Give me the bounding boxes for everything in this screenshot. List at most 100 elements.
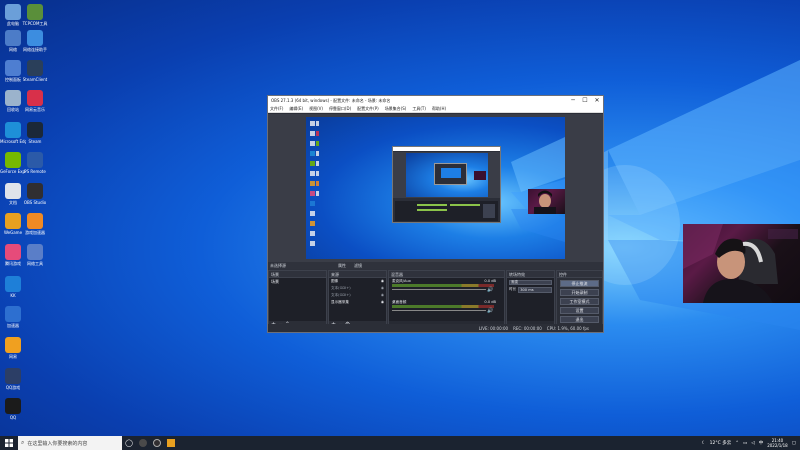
- volume-speaker-icon[interactable]: 🔊: [487, 287, 493, 293]
- taskbar-app-icon[interactable]: [136, 436, 150, 450]
- music-icon: [27, 90, 43, 106]
- desktop-icon-label: 加速器: [7, 323, 19, 328]
- eye-icon[interactable]: ◉: [381, 279, 384, 284]
- tray-expand-icon[interactable]: ⌃: [735, 441, 739, 446]
- obs-window[interactable]: OBS 27.1.3 (64 bit, windows) - 配置文件: 未命名…: [267, 95, 604, 333]
- steam-app-icon: [27, 60, 43, 76]
- menu-help[interactable]: 帮助(H): [432, 106, 446, 112]
- studio-mode-button[interactable]: 工作室模式: [560, 298, 599, 305]
- system-tray: ☾ 12°C 多云 ⌃ ▭ ◁ 中 21:40 2022/1/18 ▢: [702, 438, 800, 448]
- obs-preview[interactable]: [268, 114, 603, 262]
- transition-select[interactable]: 渐变: [509, 280, 552, 285]
- network-icon: [5, 30, 21, 46]
- clock[interactable]: 21:40 2022/1/18: [767, 438, 788, 448]
- menu-file[interactable]: 文件(F): [270, 106, 283, 112]
- desktop-icon[interactable]: Steam: [22, 122, 48, 144]
- desktop-icon[interactable]: OBS Studio: [22, 183, 48, 205]
- source-item[interactable]: 图像 ◉: [329, 278, 386, 285]
- duration-label: 时长: [509, 287, 517, 291]
- transitions-dock-title: 转场特效: [507, 271, 554, 278]
- notification-icon[interactable]: ▢: [792, 441, 796, 446]
- eye-icon[interactable]: ◉: [381, 286, 384, 291]
- desktop-icon-label: Steam: [28, 139, 42, 144]
- obs-icon: [27, 183, 43, 199]
- obs-titlebar[interactable]: OBS 27.1.3 (64 bit, windows) - 配置文件: 未命名…: [268, 96, 603, 106]
- mixer-dock-title: 混音器: [389, 271, 504, 278]
- edge-icon: [5, 122, 21, 138]
- properties-button[interactable]: 属性: [338, 262, 346, 269]
- desktop-icon[interactable]: 网络工具: [22, 244, 48, 266]
- menu-docks[interactable]: 停靠窗口(D): [329, 106, 351, 112]
- wrench-icon: [27, 4, 43, 20]
- start-recording-button[interactable]: 开始录制: [560, 289, 599, 296]
- desktop-icon[interactable]: 游戏加速器: [22, 213, 48, 235]
- volume-icon[interactable]: ◁: [751, 441, 754, 446]
- desktop-icon[interactable]: QQ: [0, 398, 26, 420]
- windows-icon: [5, 439, 13, 447]
- eye-icon[interactable]: ◉: [381, 300, 384, 305]
- sources-dock: 来源 图像◉ 文本(GDI+)◉ 文本(GDI+)◉ 显示器采集◉ + − ⚙: [328, 270, 387, 330]
- desktop-icons: 此电脑 TCPCOM工具 网络 网络连接助手 控制面板 SteamClient 回收站 网易云…: [0, 0, 60, 436]
- desktop-icon[interactable]: 网易: [0, 337, 26, 359]
- ime-indicator[interactable]: 中: [759, 440, 764, 446]
- desktop-icon-label: 网络工具: [27, 261, 43, 266]
- menu-profile[interactable]: 配置文件(P): [357, 106, 379, 112]
- desktop-icon[interactable]: 加速器: [0, 306, 26, 328]
- qq-game-icon: [5, 368, 21, 384]
- taskbar: ⌕ 在这里输入你要搜索的内容 ◯ ☾ 12°C 多云 ⌃ ▭ ◁ 中 21:40…: [0, 436, 800, 450]
- game-icon: [5, 213, 21, 229]
- menu-view[interactable]: 视图(V): [309, 106, 323, 112]
- weather-icon[interactable]: ☾: [702, 441, 706, 446]
- network-icon[interactable]: ▭: [743, 441, 747, 446]
- scenes-dock-title: 场景: [269, 271, 326, 278]
- stop-streaming-button[interactable]: 停止推流: [560, 280, 599, 287]
- filters-button[interactable]: 滤镜: [354, 262, 362, 269]
- rec-status: REC: 00:00:00: [513, 325, 542, 331]
- scenes-dock: 场景 场景 + − ⌃ ⌄: [268, 270, 327, 330]
- desktop-icon[interactable]: TCPCOM工具: [22, 4, 48, 26]
- duration-input[interactable]: 300 ms: [518, 287, 552, 293]
- desktop-icon-label: 网易: [9, 354, 17, 359]
- steam-icon: [27, 122, 43, 138]
- webcam-overlay: [683, 224, 800, 303]
- volume-slider[interactable]: [392, 289, 486, 290]
- desktop-icon[interactable]: PS Remote: [22, 152, 48, 174]
- obs-taskbar-icon[interactable]: [150, 436, 164, 450]
- taskbar-search[interactable]: ⌕ 在这里输入你要搜索的内容: [18, 436, 122, 450]
- menu-scene-collection[interactable]: 场景集合(S): [385, 106, 407, 112]
- volume-slider[interactable]: [392, 310, 486, 311]
- desktop-icon[interactable]: 网易云音乐: [22, 90, 48, 112]
- source-item[interactable]: 文本(GDI+) ◉: [329, 292, 386, 299]
- weather-text[interactable]: 12°C 多云: [710, 440, 732, 446]
- desktop-icon[interactable]: KK: [0, 276, 26, 298]
- desktop-icon-label: OBS Studio: [23, 200, 47, 205]
- obs-menubar: 文件(F) 编辑(E) 视图(V) 停靠窗口(D) 配置文件(P) 场景集合(S…: [268, 106, 603, 113]
- task-view-icon[interactable]: ◯: [122, 436, 136, 450]
- search-placeholder: 在这里输入你要搜索的内容: [27, 440, 88, 447]
- obs-statusbar: LIVE: 00:00:00 REC: 00:00:00 CPU: 1.9%, …: [268, 324, 603, 332]
- desktop-icon[interactable]: QQ游戏: [0, 368, 26, 390]
- nested-obs-window: [392, 146, 501, 223]
- exit-button[interactable]: 退出: [560, 316, 599, 323]
- source-item[interactable]: 文本(GDI+) ◉: [329, 285, 386, 292]
- source-item[interactable]: 显示器采集 ◉: [329, 299, 386, 306]
- desktop-icon[interactable]: SteamClient: [22, 60, 48, 82]
- source-name: 文本(GDI+): [331, 293, 351, 297]
- scene-item[interactable]: 场景: [269, 278, 326, 286]
- source-name: 显示器采集: [331, 300, 349, 304]
- desktop-icon[interactable]: 网络连接助手: [22, 30, 48, 52]
- maximize-icon[interactable]: ☐: [579, 96, 591, 106]
- desktop-icon-label: QQ: [9, 415, 17, 420]
- eye-icon[interactable]: ◉: [381, 293, 384, 298]
- desktop-icon-label: 游戏加速器: [25, 230, 45, 235]
- start-button[interactable]: [0, 436, 18, 450]
- desktop-icon-label: QQ游戏: [5, 385, 21, 390]
- settings-button[interactable]: 设置: [560, 307, 599, 314]
- minimize-icon[interactable]: ─: [567, 96, 579, 106]
- netease-icon: [5, 337, 21, 353]
- game-taskbar-icon[interactable]: [164, 436, 178, 450]
- menu-tools[interactable]: 工具(T): [412, 106, 426, 112]
- volume-speaker-icon[interactable]: 🔊: [487, 308, 493, 314]
- close-icon[interactable]: ✕: [591, 96, 603, 106]
- menu-edit[interactable]: 编辑(E): [289, 106, 303, 112]
